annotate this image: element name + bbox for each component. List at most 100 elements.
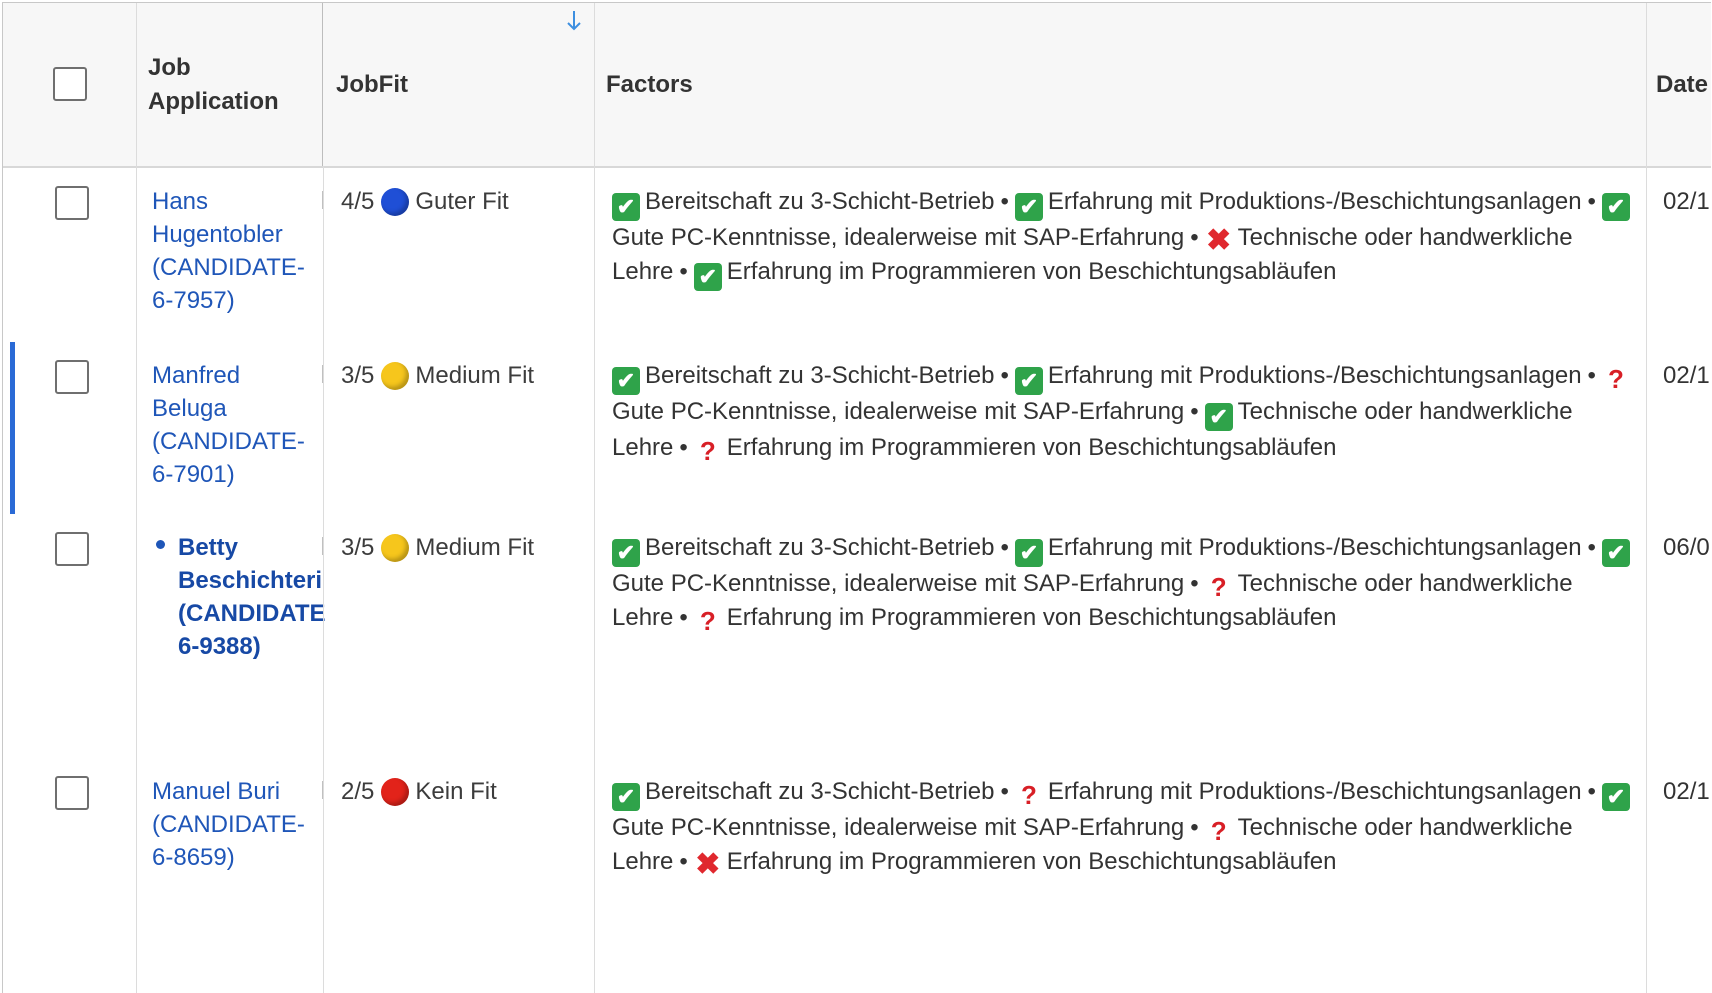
check-mark-icon: ✔ <box>1014 367 1043 395</box>
factor-text: Bereitschaft zu 3-Schicht-Betrieb <box>645 362 995 389</box>
select-all-checkbox[interactable] <box>53 67 87 101</box>
check-mark-icon: ✔ <box>612 539 640 567</box>
date-value: 06/0 <box>1663 534 1710 561</box>
factor-text: Erfahrung mit Produktions-/Beschichtungs… <box>1047 534 1582 561</box>
column-divider <box>323 166 324 993</box>
question-mark-icon: ? <box>1020 780 1037 810</box>
candidate-name-line: (CANDIDATE- <box>152 811 305 838</box>
jobfit-value: 3/5 Medium Fit <box>341 531 534 564</box>
check-mark-icon: ✔ <box>1204 403 1233 431</box>
bullet-separator: • <box>679 434 688 461</box>
candidate-name-line: Hans <box>152 188 209 215</box>
bullet-separator: • <box>679 848 688 875</box>
unread-indicator <box>156 540 165 549</box>
factor-text: Erfahrung mit Produktions-/Beschichtungs… <box>1047 188 1582 215</box>
applications-table: Job Application JobFit Factors Date Hans… <box>2 2 1711 993</box>
factor-text: Erfahrung im Programmieren von Beschicht… <box>726 434 1337 461</box>
date-value: 02/1 <box>1663 778 1710 805</box>
jobfit-label: Kein Fit <box>415 778 497 805</box>
check-mark-icon: ✔ <box>1014 539 1043 567</box>
bullet-separator: • <box>1000 362 1009 389</box>
question-mark-icon: ? <box>1210 816 1227 846</box>
bullet-separator: • <box>1190 814 1199 841</box>
candidate-name-line: (CANDIDATE- <box>152 254 305 281</box>
cross-mark-icon: ✖ <box>1206 224 1232 257</box>
header-date[interactable]: Date <box>1656 3 1708 166</box>
factor-text: Gute PC-Kenntnisse, idealerweise mit SAP… <box>612 814 1185 841</box>
check-mark-icon: ✔ <box>612 193 640 221</box>
row-checkbox[interactable] <box>55 360 89 394</box>
check-mark-icon: ✔ <box>1601 193 1630 221</box>
check-mark-icon: ✔ <box>693 263 722 291</box>
jobfit-score: 4/5 <box>341 188 375 215</box>
jobfit-value: 4/5 Guter Fit <box>341 185 509 218</box>
candidate-name-line: Beluga <box>152 395 227 422</box>
table-row[interactable]: Manuel Buri (CANDIDATE- 6-8659) 2/5 Kein Fit… <box>3 758 1711 993</box>
table-header: Job Application JobFit Factors Date <box>3 3 1711 168</box>
bullet-separator: • <box>1000 188 1009 215</box>
factor-text: Erfahrung im Programmieren von Beschicht… <box>726 604 1337 631</box>
factors-list: ✔ Bereitschaft zu 3-Schicht-Betrieb • ✔ Erfa… <box>612 359 1642 465</box>
factor-text: Erfahrung mit Produktions-/Beschichtungs… <box>1047 362 1582 389</box>
date-value: 02/1 <box>1663 362 1710 389</box>
factor-text: Erfahrung mit Produktions-/Beschichtungs… <box>1047 778 1582 805</box>
jobfit-label: Guter Fit <box>415 188 509 215</box>
candidate-name-line: 6-7957) <box>152 287 235 314</box>
candidate-name-line: 6-8659) <box>152 844 235 871</box>
jobfit-score: 3/5 <box>341 534 375 561</box>
candidate-link[interactable]: Manuel Buri (CANDIDATE- 6-8659) <box>152 775 322 874</box>
header-factors[interactable]: Factors <box>606 3 693 166</box>
bullet-separator: • <box>1587 362 1596 389</box>
column-divider <box>1646 3 1647 993</box>
bullet-separator: • <box>1000 534 1009 561</box>
jobfit-score: 2/5 <box>341 778 375 805</box>
bullet-separator: • <box>1587 188 1596 215</box>
factor-text: Gute PC-Kenntnisse, idealerweise mit SAP… <box>612 224 1185 251</box>
header-job-application-line2: Application <box>148 87 279 115</box>
factor-text: Bereitschaft zu 3-Schicht-Betrieb <box>645 534 995 561</box>
bullet-separator: • <box>1587 534 1596 561</box>
factor-text: Bereitschaft zu 3-Schicht-Betrieb <box>645 188 995 215</box>
header-job-application[interactable]: Job Application <box>148 3 279 166</box>
check-mark-icon: ✔ <box>1601 539 1630 567</box>
check-mark-icon: ✔ <box>1601 783 1630 811</box>
factors-list: ✔ Bereitschaft zu 3-Schicht-Betrieb •? Erfa… <box>612 775 1642 881</box>
candidate-name-line: Hugentobler <box>152 221 283 248</box>
fit-dot-icon <box>381 361 410 390</box>
candidate-link[interactable]: Manfred Beluga (CANDIDATE- 6-7901) <box>152 359 322 491</box>
factors-list: ✔ Bereitschaft zu 3-Schicht-Betrieb • ✔ Erfa… <box>612 531 1642 635</box>
row-checkbox[interactable] <box>55 776 89 810</box>
check-mark-icon: ✔ <box>612 367 640 395</box>
fit-dot-icon <box>381 777 410 806</box>
factor-text: Gute PC-Kenntnisse, idealerweise mit SAP… <box>612 398 1185 425</box>
check-mark-icon: ✔ <box>612 783 640 811</box>
table-row[interactable]: Hans Hugentobler (CANDIDATE- 6-7957) 4/5 Gute… <box>3 168 1711 344</box>
candidate-name-line: 6-7901) <box>152 461 235 488</box>
factors-list: ✔ Bereitschaft zu 3-Schicht-Betrieb • ✔ Erfa… <box>612 185 1642 291</box>
table-row[interactable]: Betty Beschichteri (CANDIDATE 6-9388) 3/5 Med… <box>3 514 1711 760</box>
bullet-separator: • <box>1190 224 1199 251</box>
fit-dot-icon <box>381 533 410 562</box>
candidate-name-line: Manfred <box>152 362 241 389</box>
question-mark-icon: ? <box>1608 364 1624 394</box>
cross-mark-icon: ✖ <box>695 848 721 881</box>
bullet-separator: • <box>679 258 688 285</box>
header-jobfit[interactable]: JobFit <box>336 3 408 166</box>
header-job-application-line1: Job <box>148 53 191 81</box>
factor-text: Bereitschaft zu 3-Schicht-Betrieb <box>645 778 995 805</box>
bullet-separator: • <box>679 604 688 631</box>
arrow-down-icon[interactable] <box>564 9 584 33</box>
question-mark-icon: ? <box>1210 572 1227 602</box>
candidate-name-line: Manuel Buri <box>152 778 281 805</box>
column-divider <box>136 3 137 993</box>
row-checkbox[interactable] <box>55 532 89 566</box>
check-mark-icon: ✔ <box>1014 193 1043 221</box>
question-mark-icon: ? <box>699 436 716 466</box>
jobfit-value: 3/5 Medium Fit <box>341 359 534 392</box>
table-row[interactable]: Manfred Beluga (CANDIDATE- 6-7901) 3/5 Medium… <box>3 342 1711 516</box>
column-divider <box>322 3 323 166</box>
jobfit-label: Medium Fit <box>415 362 535 389</box>
row-checkbox[interactable] <box>55 186 89 220</box>
question-mark-icon: ? <box>699 606 716 636</box>
candidate-link[interactable]: Hans Hugentobler (CANDIDATE- 6-7957) <box>152 185 322 317</box>
